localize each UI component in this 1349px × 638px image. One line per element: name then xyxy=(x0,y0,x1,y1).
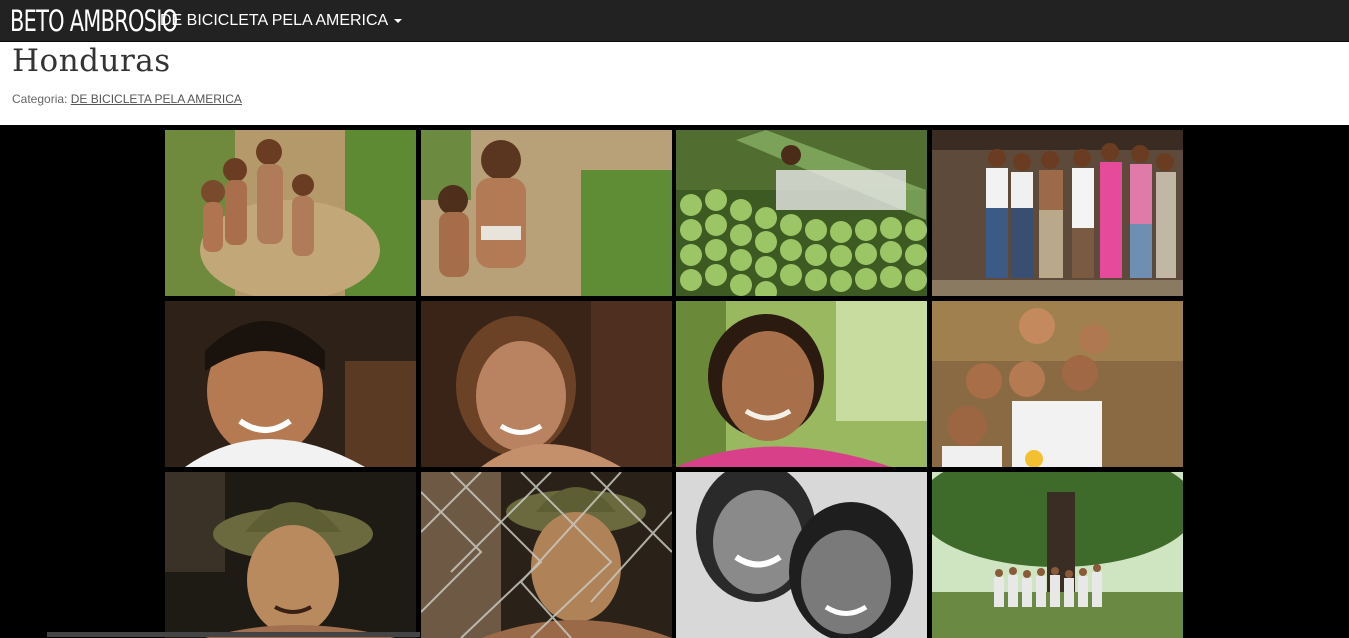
gallery-photo[interactable] xyxy=(165,472,416,638)
page-title: Honduras xyxy=(12,43,171,79)
photo-smiling-elderly-woman xyxy=(676,301,927,467)
gallery-photo[interactable] xyxy=(676,301,927,467)
photo-group-of-children xyxy=(932,301,1183,467)
photo-old-man-with-hat xyxy=(165,472,416,638)
photo-man-in-hammock-with-limes xyxy=(676,130,927,296)
caret-down-icon xyxy=(394,18,403,23)
gallery-photo[interactable] xyxy=(165,301,416,467)
nav-dropdown-label: DE BICICLETA PELA AMERICA xyxy=(160,12,389,29)
gallery-photo[interactable] xyxy=(676,472,927,638)
photo-children-under-tree xyxy=(932,472,1183,638)
gallery-photo[interactable] xyxy=(932,130,1183,296)
gallery-photo[interactable] xyxy=(932,472,1183,638)
photo-smiling-boy xyxy=(165,301,416,467)
nav-dropdown[interactable]: DE BICICLETA PELA AMERICA xyxy=(160,0,403,42)
gallery-photo[interactable] xyxy=(165,130,416,296)
gallery-photo[interactable] xyxy=(676,130,927,296)
top-navbar: BETO AMBROSIO DE BICICLETA PELA AMERICA xyxy=(0,0,1349,42)
horizontal-scrollbar[interactable] xyxy=(47,632,420,637)
photo-two-children-smiling xyxy=(421,130,672,296)
photo-two-girls-black-and-white xyxy=(676,472,927,638)
gallery-photo[interactable] xyxy=(421,472,672,638)
gallery-photo[interactable] xyxy=(932,301,1183,467)
photo-children-on-dirt-path xyxy=(165,130,416,296)
category-link[interactable]: DE BICICLETA PELA AMERICA xyxy=(71,92,242,106)
category-prefix: Categoria: xyxy=(12,92,68,106)
brand-logo[interactable]: BETO AMBROSIO xyxy=(10,2,178,40)
gallery-photo[interactable] xyxy=(421,301,672,467)
category-line: Categoria: DE BICICLETA PELA AMERICA xyxy=(12,92,242,106)
photo-smiling-girl xyxy=(421,301,672,467)
page-header: Honduras Categoria: DE BICICLETA PELA AM… xyxy=(0,42,1349,125)
photo-family-group-portrait xyxy=(932,130,1183,296)
gallery-photo[interactable] xyxy=(421,130,672,296)
photo-gallery xyxy=(165,130,1183,638)
photo-old-man-behind-fence xyxy=(421,472,672,638)
